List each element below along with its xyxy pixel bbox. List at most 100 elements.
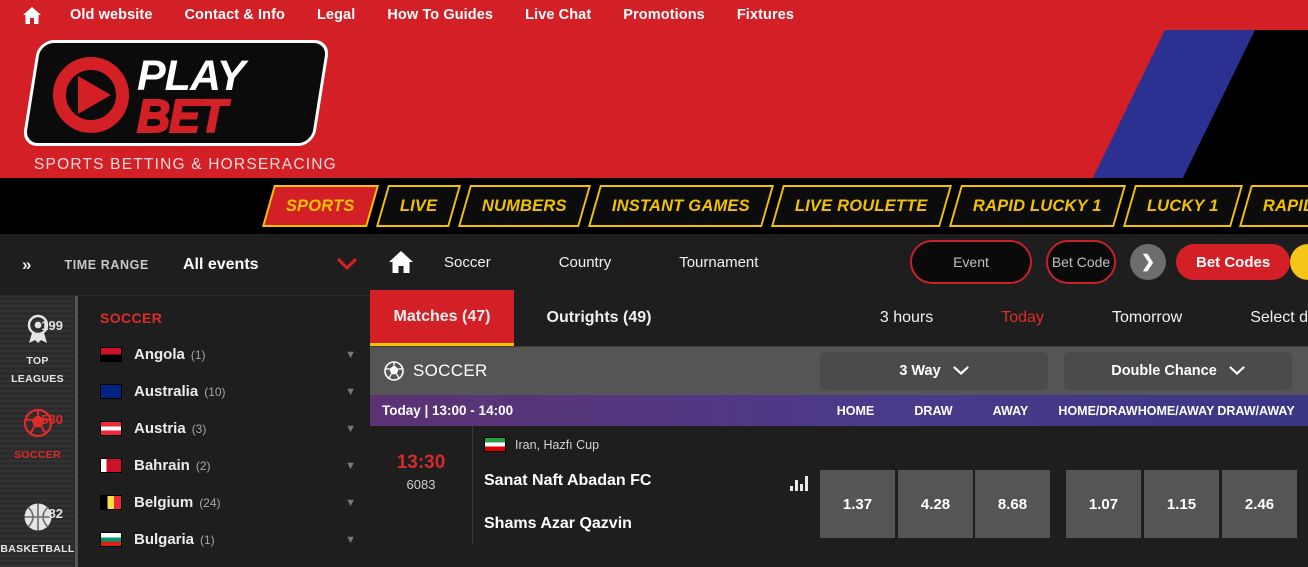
bar-chart-icon[interactable] [790,475,808,491]
odd-cell-away[interactable]: 8.68 [975,470,1050,538]
rail-label: TOP LEAGUES [11,355,64,385]
nav-tab-rapid-lucky-20[interactable]: RAPID LUCKY 20 [1239,185,1308,227]
country-list: SOCCER Angola (1) ▼ Australia (10) ▼ Aus… [78,296,370,567]
home-icon[interactable] [388,250,414,274]
content-tabs: Matches (47) Outrights (49) 3 hours Toda… [370,290,1308,347]
country-count: (2) [195,458,211,473]
rail-item-soccer[interactable]: 530 SOCCER [0,408,75,486]
country-row-australia[interactable]: Australia (10) ▼ [78,373,370,410]
country-name: Australia [134,383,199,400]
chevron-down-icon[interactable] [336,254,357,275]
nav-tab-label: INSTANT GAMES [612,196,751,215]
time-filter-3-hours[interactable]: 3 hours [880,309,933,327]
topbar-link-old-website[interactable]: Old website [70,7,152,23]
search-input[interactable]: Event [910,240,1032,284]
chevron-down-icon[interactable]: ▼ [345,386,356,398]
country-row-bulgaria[interactable]: Bulgaria (1) ▼ [78,521,370,558]
tab-outrights[interactable]: Outrights (49) [514,290,684,346]
nav-tab-rapid-lucky-1[interactable]: RAPID LUCKY 1 [948,185,1126,227]
soccer-ball-icon [0,408,75,443]
topbar-link-live-chat[interactable]: Live Chat [525,7,591,23]
match-league-name: Iran, Hazfı Cup [515,437,600,452]
odd-cell-home-draw[interactable]: 1.07 [1066,470,1141,538]
rosette-icon [0,314,75,349]
country-row-angola[interactable]: Angola (1) ▼ [78,336,370,373]
chevron-right-icon[interactable]: ❯ [1130,244,1166,280]
breadcrumb-item-soccer[interactable]: Soccer [444,254,491,271]
match-kickoff-time: 13:30 [396,452,446,473]
home-icon[interactable] [22,6,42,25]
chevron-down-icon[interactable]: ▼ [345,423,356,435]
country-count: (1) [190,347,206,362]
nav-tab-label: NUMBERS [482,196,568,215]
topbar-link-promotions[interactable]: Promotions [623,7,705,23]
chevron-down-icon[interactable]: ▼ [345,497,356,509]
odd-cell-draw[interactable]: 4.28 [898,470,973,538]
bet-codes-button[interactable]: Bet Codes [1176,244,1291,280]
odd-cell-home[interactable]: 1.37 [820,470,895,538]
market-select-3way[interactable]: 3 Way [820,352,1048,390]
nav-tab-numbers[interactable]: NUMBERS [458,185,592,227]
country-name: Belgium [134,494,194,511]
nav-tab-live[interactable]: LIVE [375,185,462,227]
time-filter-group: 3 hours Today Tomorrow Select d [880,290,1308,346]
nav-tab-instant-games[interactable]: INSTANT GAMES [588,185,775,227]
chevron-down-icon[interactable]: ▼ [345,349,356,361]
rail-item-top-leagues[interactable]: 199 TOP LEAGUES [0,314,75,392]
topbar-link-legal[interactable]: Legal [317,7,355,23]
column-header-home-away: HOME/AWAY [1137,403,1215,418]
country-name: Bulgaria [134,531,195,548]
chevron-down-icon[interactable]: ▼ [345,534,356,546]
basketball-icon [0,502,75,537]
nav-tab-lucky-1[interactable]: LUCKY 1 [1122,185,1243,227]
time-filter-tomorrow[interactable]: Tomorrow [1112,309,1182,327]
odds-group-header: Today | 13:00 - 14:00 HOME DRAW AWAY HOM… [370,395,1308,426]
odd-cell-home-away[interactable]: 1.15 [1144,470,1219,538]
market-select-label: Double Chance [1111,363,1217,379]
australia-flag-icon [100,384,122,399]
tab-matches[interactable]: Matches (47) [370,290,514,346]
nav-tab-sports[interactable]: SPORTS [261,185,379,227]
site-logo[interactable]: PLAY BET SPORTS BETTING & HORSERACING [21,40,340,174]
chevron-down-icon[interactable]: ▼ [345,460,356,472]
column-header-draw-away: DRAW/AWAY [1217,403,1295,418]
rail-label: SOCCER [14,449,61,461]
group-time-label: Today | 13:00 - 14:00 [382,403,514,418]
main-content: Soccer Country Tournament Event Bet Code… [370,234,1308,567]
column-header-away: AWAY [992,403,1029,418]
sport-icon-rail: 199 TOP LEAGUES 530 SOCCER 82 BASKETBALL [0,296,78,567]
market-select-double-chance[interactable]: Double Chance [1064,352,1292,390]
time-filter-select-date[interactable]: Select d [1250,309,1308,327]
rail-item-basketball[interactable]: 82 BASKETBALL [0,502,75,567]
odd-cell-draw-away[interactable]: 2.46 [1222,470,1297,538]
iran-flag-icon [484,437,506,452]
nav-tab-live-roulette[interactable]: LIVE ROULETTE [771,185,952,227]
brand-header: PLAY BET SPORTS BETTING & HORSERACING [0,30,1308,178]
country-row-bahrain[interactable]: Bahrain (2) ▼ [78,447,370,484]
time-range-control[interactable]: » TIME RANGE All events [0,234,370,296]
time-filter-today[interactable]: Today [1001,309,1044,327]
row-divider [472,426,473,545]
left-sidebar: » TIME RANGE All events 199 TOP LEAGUES … [0,234,370,567]
topbar-link-contact-info[interactable]: Contact & Info [184,7,284,23]
country-row-belgium[interactable]: Belgium (24) ▼ [78,484,370,521]
rail-count: 199 [41,318,63,333]
breadcrumb-item-tournament[interactable]: Tournament [679,254,758,271]
country-name: Austria [134,420,186,437]
table-row[interactable]: 13:30 6083 Iran, Hazfı Cup Sanat Naft Ab… [370,426,1308,545]
topbar-link-how-to-guides[interactable]: How To Guides [387,7,493,23]
double-chevron-right-icon[interactable]: » [22,255,32,275]
column-header-home-draw: HOME/DRAW [1058,403,1138,418]
country-row-austria[interactable]: Austria (3) ▼ [78,410,370,447]
bulgaria-flag-icon [100,532,122,547]
match-league[interactable]: Iran, Hazfı Cup [484,437,599,452]
bet-code-input[interactable]: Bet Code [1046,240,1116,284]
belgium-flag-icon [100,495,122,510]
column-header-draw: DRAW [914,403,953,418]
breadcrumb-item-country[interactable]: Country [559,254,612,271]
topbar-link-fixtures[interactable]: Fixtures [737,7,794,23]
rail-count: 530 [41,412,63,427]
country-count: (10) [204,384,226,399]
country-count: (1) [200,532,215,547]
statistics-button[interactable]: Stat [1290,244,1308,280]
